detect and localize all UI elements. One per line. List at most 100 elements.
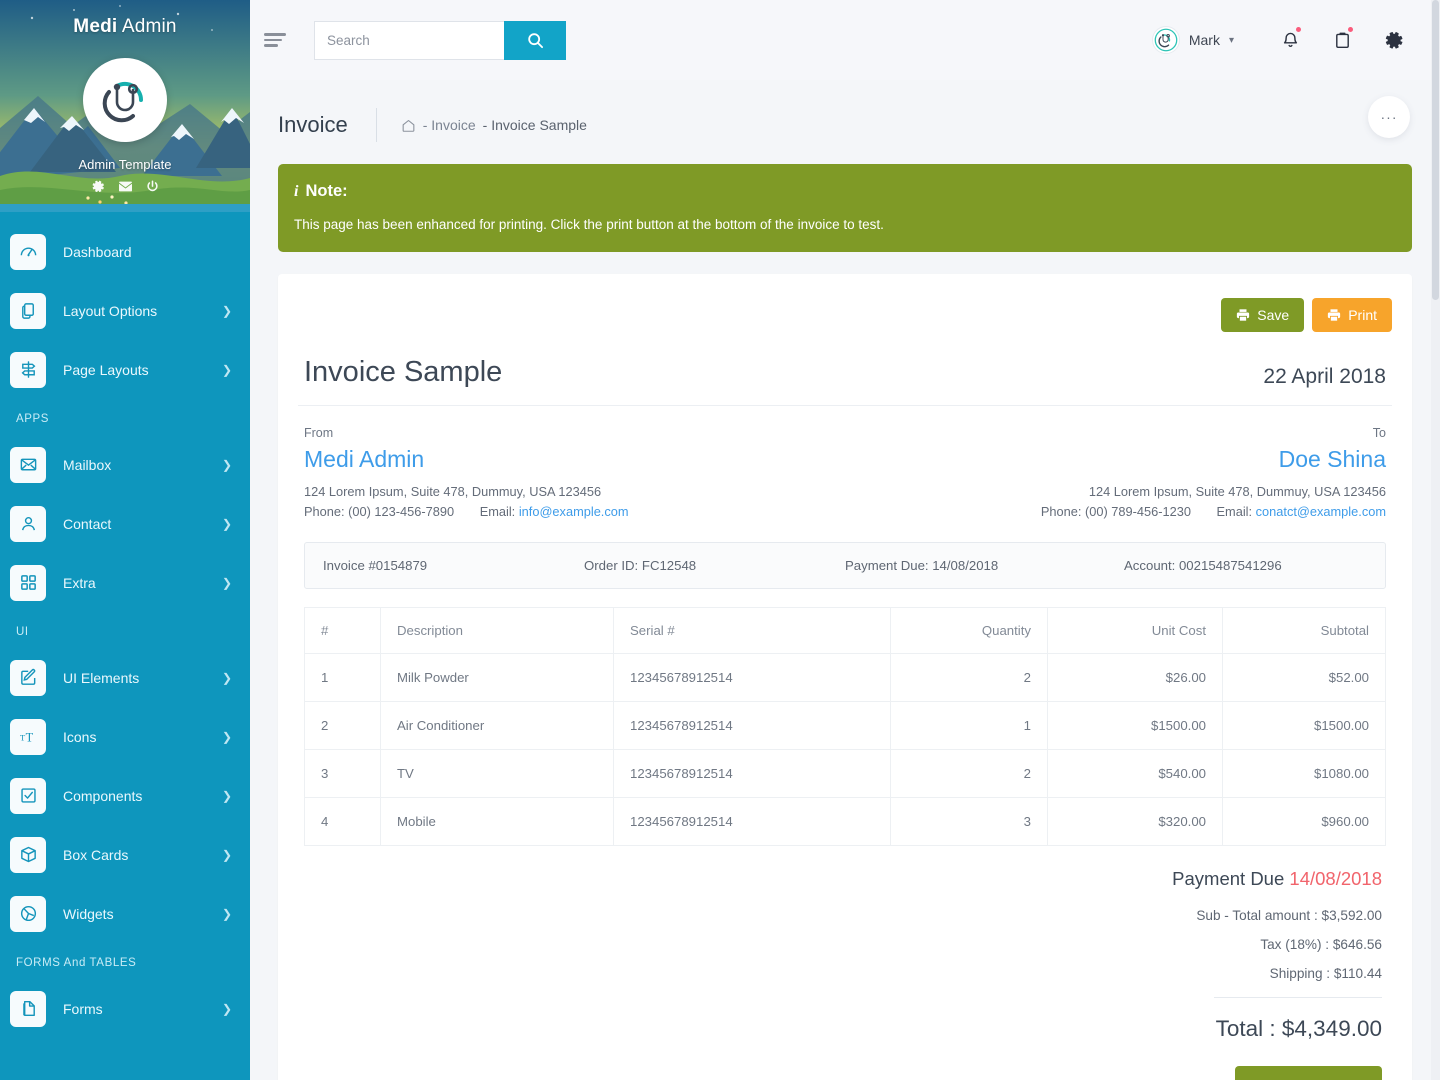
breadcrumb-invoice[interactable]: - Invoice <box>423 117 476 133</box>
note-alert: i Note: This page has been enhanced for … <box>278 164 1412 252</box>
to-email[interactable]: conatct@example.com <box>1256 504 1386 519</box>
sidebar-item-dashboard[interactable]: Dashboard <box>0 222 250 281</box>
cell-quantity: 2 <box>890 748 1048 798</box>
navbar-right: Mark ▾ <box>1151 17 1420 63</box>
top-navbar: Mark ▾ <box>250 0 1440 80</box>
breadcrumb: - Invoice - Invoice Sample <box>401 117 587 133</box>
search-button[interactable] <box>504 20 566 60</box>
search-icon <box>527 32 543 48</box>
cell-description: TV <box>380 748 614 798</box>
envelope-icon <box>10 446 46 483</box>
sidebar-logo <box>83 58 167 142</box>
home-icon[interactable] <box>401 118 416 133</box>
bell-icon <box>1283 32 1297 47</box>
sidebar-item-icons[interactable]: TT Icons ❯ <box>0 707 250 766</box>
chevron-right-icon: ❯ <box>221 362 232 377</box>
from-email-label: Email: <box>479 503 516 519</box>
submit-payment-button[interactable]: Submit Payment <box>1235 1065 1382 1080</box>
cell-serial: 12345678912514 <box>613 796 891 846</box>
user-icon <box>10 505 46 542</box>
chevron-right-icon: ❯ <box>221 670 232 685</box>
note-title: Note: <box>305 182 348 200</box>
info-icon: i <box>294 182 299 200</box>
document-icon <box>10 990 46 1027</box>
page-options-button[interactable]: ··· <box>1368 96 1410 138</box>
table-row: 1 Milk Powder 12345678912514 2 $26.00 $5… <box>304 652 1386 702</box>
power-icon[interactable] <box>146 180 159 193</box>
to-phone: Phone: (00) 789-456-1230 <box>1040 503 1191 519</box>
invoice-card: Save Print Invoice Sample 22 April 2018 … <box>278 274 1412 1080</box>
invoice-number: Invoice #0154879 <box>323 557 428 573</box>
sidebar-section-apps: APPS <box>16 413 50 425</box>
page-title: Invoice <box>278 112 348 137</box>
sidebar-item-contact[interactable]: Contact ❯ <box>0 494 250 553</box>
print-button[interactable]: Print <box>1312 298 1392 332</box>
sidebar-item-forms[interactable]: Forms ❯ <box>0 979 250 1038</box>
cell-quantity: 3 <box>890 796 1048 846</box>
cell-subtotal: $1080.00 <box>1222 748 1386 798</box>
invoice-heading-row: Invoice Sample 22 April 2018 <box>298 332 1392 406</box>
page-scrollbar-track[interactable] <box>1431 0 1440 1080</box>
sidebar-item-components[interactable]: Components ❯ <box>0 766 250 825</box>
save-button[interactable]: Save <box>1221 298 1305 332</box>
page-scrollbar-thumb[interactable] <box>1432 0 1439 300</box>
sidebar-item-layout-options[interactable]: Layout Options ❯ <box>0 281 250 340</box>
table-body: 1 Milk Powder 12345678912514 2 $26.00 $5… <box>304 652 1386 846</box>
sidebar-brand: Medi Admin <box>0 16 250 38</box>
to-label: To <box>1372 426 1386 440</box>
page-content: i Note: This page has been enhanced for … <box>250 164 1440 1080</box>
sidebar-item-widgets[interactable]: Widgets ❯ <box>0 884 250 943</box>
cell-quantity: 1 <box>890 700 1048 750</box>
settings-button[interactable] <box>1368 17 1420 63</box>
tasks-badge-dot <box>1348 27 1353 32</box>
printer-icon <box>1328 309 1341 321</box>
stethoscope-logo-icon <box>102 81 144 123</box>
chevron-right-icon: ❯ <box>221 1001 232 1016</box>
printer-icon <box>1237 309 1250 321</box>
chevron-right-icon: ❯ <box>221 847 232 862</box>
mail-icon[interactable] <box>118 180 132 193</box>
print-button-label: Print <box>1348 307 1377 323</box>
cell-description: Air Conditioner <box>380 700 614 750</box>
gear-icon <box>1385 31 1402 49</box>
tax-line: Tax (18%) : $646.56 <box>1260 936 1382 952</box>
sidebar-item-label: Components <box>63 787 143 804</box>
sidebar-menu: Dashboard Layout Options ❯ Page Layouts … <box>0 212 250 1038</box>
svg-text:T: T <box>25 730 33 744</box>
cell-serial: 12345678912514 <box>613 700 891 750</box>
payment-due-meta: Payment Due: 14/08/2018 <box>845 557 999 573</box>
note-title-row: i Note: <box>294 182 1396 201</box>
col-quantity: Quantity <box>890 606 1048 654</box>
gear-icon[interactable] <box>92 180 105 193</box>
sidebar-item-ui-elements[interactable]: UI Elements ❯ <box>0 648 250 707</box>
order-id: Order ID: FC12548 <box>584 557 697 573</box>
cell-subtotal: $52.00 <box>1222 652 1386 702</box>
tasks-button[interactable] <box>1316 17 1368 63</box>
invoice-to: To Doe Shina 124 Lorem Ipsum, Suite 478,… <box>845 426 1386 522</box>
copy-files-icon <box>10 292 46 329</box>
table-row: 4 Mobile 12345678912514 3 $320.00 $960.0… <box>304 796 1386 846</box>
col-description: Description <box>380 606 614 654</box>
sidebar-section-forms-and-tables: FORMS And TABLES <box>16 957 137 969</box>
sidebar-item-mailbox[interactable]: Mailbox ❯ <box>0 435 250 494</box>
user-menu[interactable]: Mark ▾ <box>1151 26 1234 54</box>
sidebar-item-page-layouts[interactable]: Page Layouts ❯ <box>0 340 250 399</box>
chevron-right-icon: ❯ <box>221 788 232 803</box>
sidebar-subtitle: Admin Template <box>78 157 172 172</box>
hamburger-icon[interactable] <box>256 21 294 59</box>
cell-unit-cost: $26.00 <box>1047 652 1223 702</box>
chevron-right-icon: ❯ <box>221 516 232 531</box>
page-header: Invoice - Invoice - Invoice Sample ··· <box>250 80 1440 164</box>
sidebar-quick-actions <box>0 180 250 193</box>
sidebar-item-extra[interactable]: Extra ❯ <box>0 553 250 612</box>
search-input[interactable] <box>314 20 504 60</box>
to-email-label: Email: <box>1216 503 1253 519</box>
chevron-down-icon: ▾ <box>1228 34 1234 46</box>
pencil-square-icon <box>10 659 46 696</box>
invoice-totals: Payment Due 14/08/2018 Sub - Total amoun… <box>298 846 1392 1080</box>
invoice-from: From Medi Admin 124 Lorem Ipsum, Suite 4… <box>304 426 845 522</box>
notifications-button[interactable] <box>1264 17 1316 63</box>
from-email[interactable]: info@example.com <box>519 504 629 519</box>
chevron-right-icon: ❯ <box>221 729 232 744</box>
sidebar-item-box-cards[interactable]: Box Cards ❯ <box>0 825 250 884</box>
